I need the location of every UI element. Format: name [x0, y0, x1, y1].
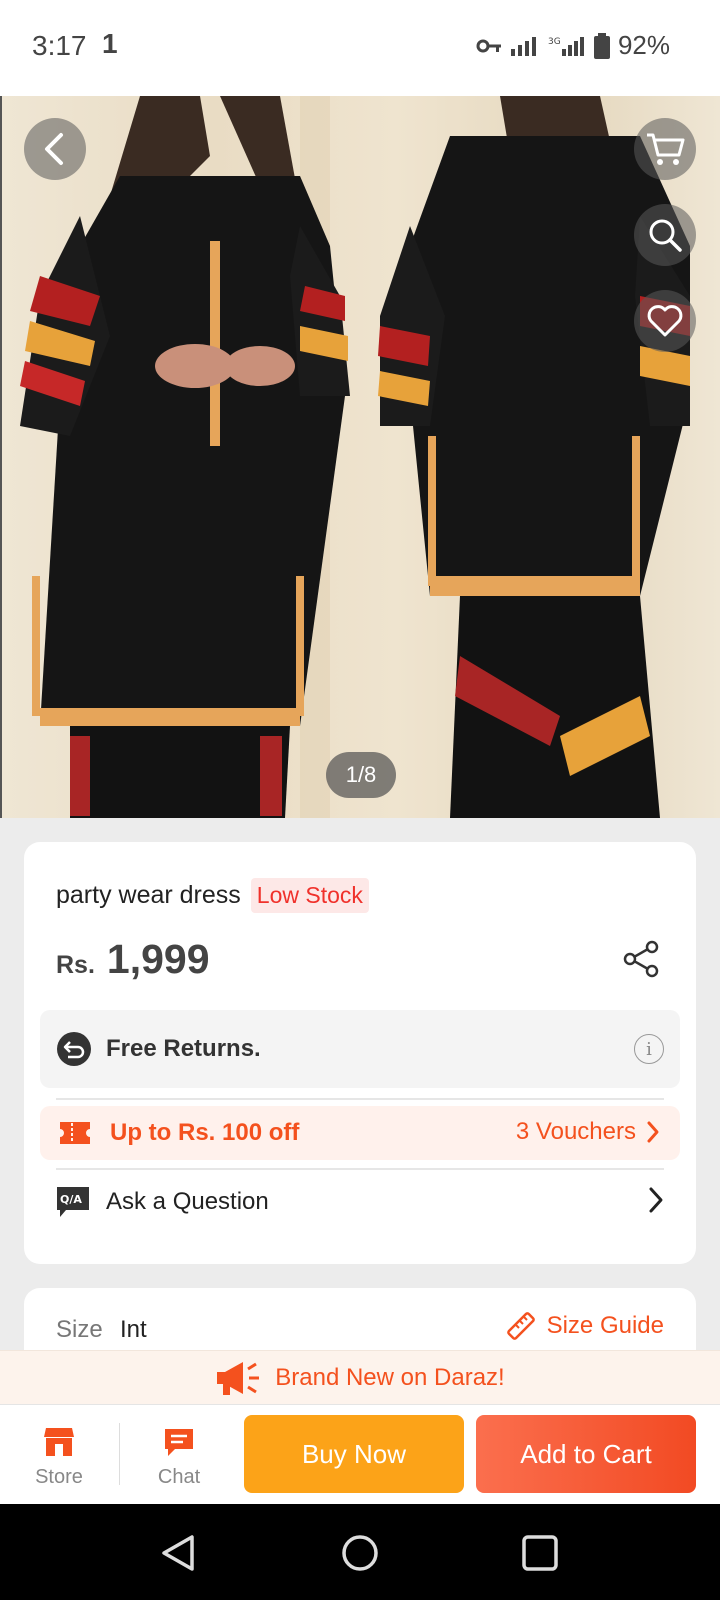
product-image-gallery[interactable]: 1/8: [0, 96, 720, 818]
cart-button[interactable]: [634, 118, 696, 180]
battery-icon: [593, 32, 610, 59]
status-icons: 3G 92%: [476, 30, 670, 61]
store-icon: [44, 1428, 74, 1456]
store-label: Store: [35, 1466, 83, 1488]
voucher-row[interactable]: Up to Rs. 100 off 3 Vouchers: [40, 1106, 680, 1160]
search-button[interactable]: [634, 204, 696, 266]
store-button[interactable]: Store: [9, 1427, 109, 1489]
size-guide-label: Size Guide: [546, 1312, 664, 1339]
status-bar: 3:17 1 3G 92%: [0, 0, 720, 96]
nav-recents-icon[interactable]: [522, 1534, 558, 1572]
chevron-right-icon: [649, 1187, 663, 1213]
chevron-right-icon: [647, 1121, 659, 1143]
search-icon: [649, 219, 682, 252]
title-row: party wear dress Low Stock: [56, 878, 369, 913]
ruler-icon: [506, 1312, 535, 1340]
separator: [119, 1423, 120, 1485]
low-stock-badge: Low Stock: [250, 878, 369, 913]
add-to-cart-button[interactable]: Add to Cart: [476, 1415, 696, 1493]
chat-button[interactable]: Chat: [129, 1427, 229, 1489]
vpn-key-icon: [476, 39, 501, 52]
wishlist-button[interactable]: [634, 290, 696, 352]
svg-text:3G: 3G: [548, 37, 561, 47]
megaphone-icon: [217, 1361, 260, 1395]
network-3g-signal-icon: 3G: [548, 36, 584, 56]
divider: [56, 1168, 664, 1170]
product-info-card: party wear dress Low Stock Rs. 1,999 Fre…: [24, 842, 696, 1264]
nav-back-icon[interactable]: [160, 1534, 196, 1572]
voucher-icon: [60, 1122, 90, 1144]
divider: [56, 1098, 664, 1100]
nav-home-icon[interactable]: [341, 1534, 379, 1572]
product-photo: [0, 96, 690, 818]
product-title: party wear dress: [56, 881, 241, 909]
buy-now-button[interactable]: Buy Now: [244, 1415, 464, 1493]
free-returns-label: Free Returns.: [106, 1035, 261, 1062]
product-page: 3:17 1 3G 92% 1/8 party wear dress Low S…: [0, 0, 720, 1600]
cart-icon: [647, 133, 685, 165]
qa-icon: Q/A: [57, 1187, 89, 1217]
status-time: 3:17: [32, 30, 87, 61]
notification-count: 1: [102, 28, 118, 59]
image-counter: 1/8: [326, 752, 396, 798]
product-price: 1,999: [106, 936, 210, 982]
share-button[interactable]: [622, 940, 660, 983]
back-button[interactable]: [24, 118, 86, 180]
info-icon[interactable]: i: [634, 1034, 664, 1064]
chat-icon: [165, 1429, 193, 1456]
chat-label: Chat: [157, 1466, 201, 1488]
free-returns-row[interactable]: Free Returns. i: [40, 1010, 680, 1088]
price-currency: Rs.: [56, 951, 95, 979]
svg-text:Q/A: Q/A: [60, 1193, 82, 1206]
size-guide-link[interactable]: Size Guide: [505, 1310, 664, 1342]
voucher-label: Up to Rs. 100 off: [110, 1119, 300, 1146]
ask-question-label: Ask a Question: [106, 1188, 269, 1215]
share-icon: [623, 940, 659, 978]
system-nav-bar: [0, 1504, 720, 1600]
vouchers-count: 3 Vouchers: [515, 1118, 636, 1145]
heart-icon: [647, 305, 683, 337]
ask-question-row[interactable]: Q/A Ask a Question: [56, 1172, 664, 1232]
price-row: Rs. 1,999: [56, 936, 210, 983]
return-icon: [57, 1032, 91, 1066]
chevron-left-icon: [45, 133, 63, 165]
size-value: Int: [120, 1316, 147, 1343]
bottom-action-bar: Store Chat Buy Now Add to Cart: [0, 1404, 720, 1504]
battery-percent: 92%: [617, 30, 670, 60]
vouchers-link[interactable]: 3 Vouchers: [516, 1118, 660, 1146]
brand-banner-text: Brand New on Daraz!: [275, 1363, 505, 1391]
signal-icon: [510, 36, 536, 56]
size-label: Size: [56, 1316, 103, 1343]
brand-banner: Brand New on Daraz!: [0, 1350, 720, 1404]
